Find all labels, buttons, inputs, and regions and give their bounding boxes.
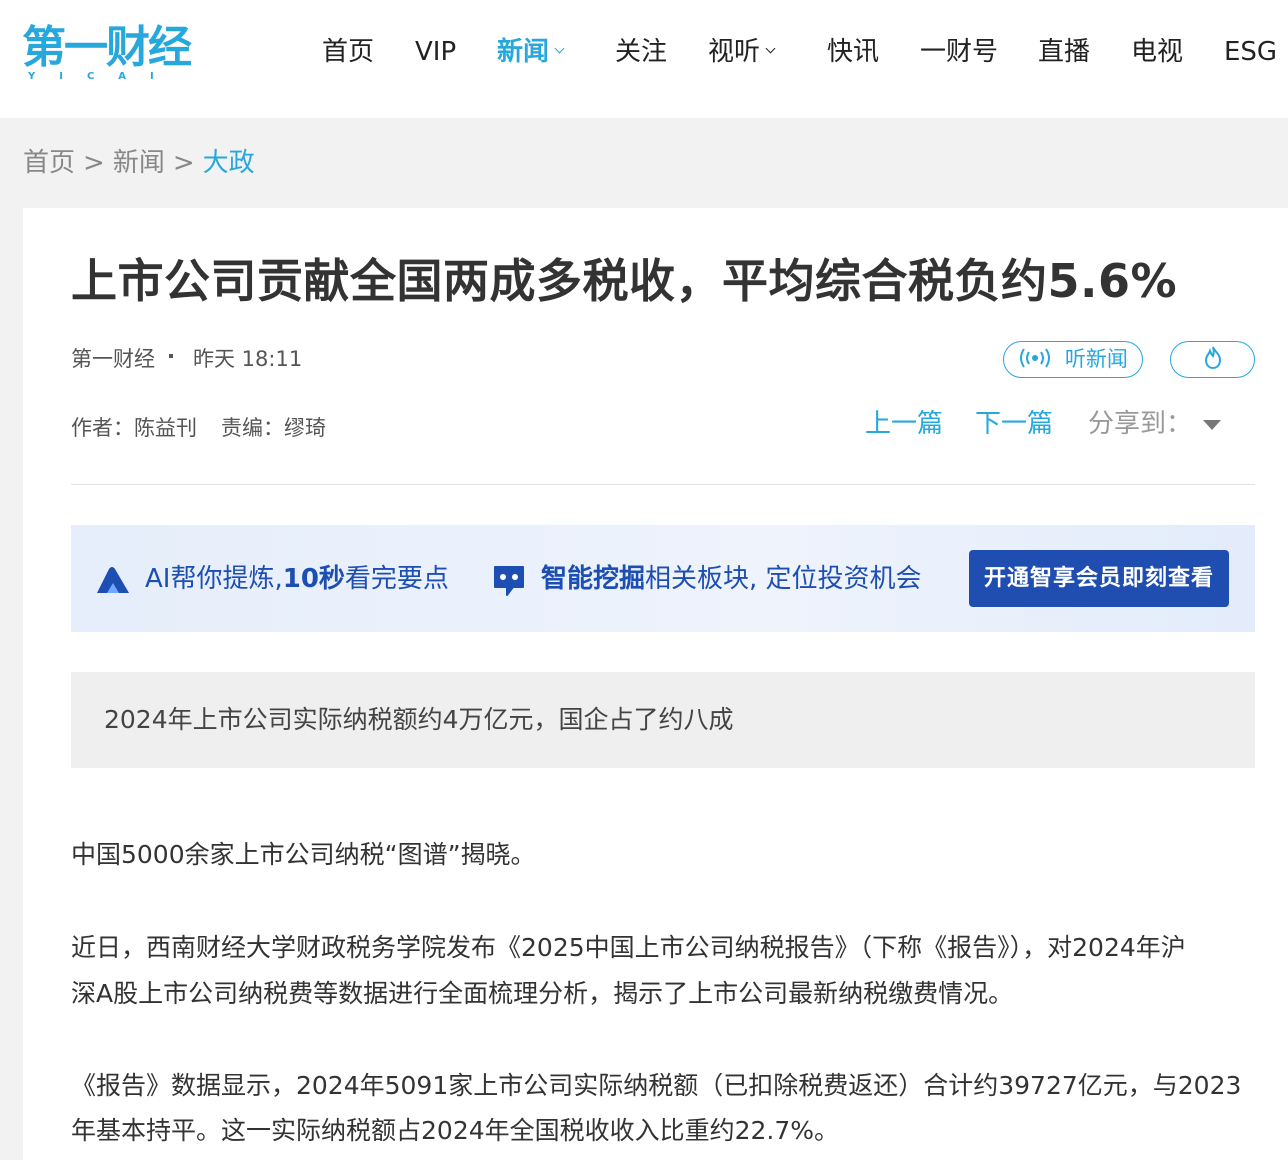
breadcrumb-separator: > — [172, 148, 195, 178]
logo-sub-text: YICAI — [28, 71, 178, 82]
ai-text-bold: 10秒 — [282, 564, 345, 594]
hot-button[interactable] — [1170, 341, 1255, 378]
ai-logo-icon — [97, 567, 129, 593]
nav-vip-label: VIP — [415, 37, 457, 67]
paragraph-2-line-2: 深A股上市公司纳税费等数据进行全面梳理分析，揭示了上市公司最新纳税缴费情况。 — [71, 979, 1014, 1008]
article-meta: 第一财经 昨天 18:11 — [71, 344, 302, 374]
breadcrumb: 首页 > 新闻 > 大政 — [23, 146, 255, 180]
article-title: 上市公司贡献全国两成多税收，平均综合税负约5.6% — [71, 254, 1178, 308]
article-summary: 2024年上市公司实际纳税额约4万亿元，国企占了约八成 — [104, 705, 734, 734]
nav-tv[interactable]: 电视 — [1131, 34, 1183, 70]
article-card: 上市公司贡献全国两成多税收，平均综合税负约5.6% 第一财经 昨天 18:11 听… — [23, 208, 1288, 1160]
nav-video[interactable]: 视听 — [708, 34, 776, 70]
nav-esg[interactable]: ESG — [1224, 34, 1277, 70]
nav-tv-label: 电视 — [1131, 37, 1184, 67]
ai-text-post: 看完要点 — [344, 564, 449, 594]
article-time: 昨天 18:11 — [193, 347, 303, 371]
ai-mining-text: 智能挖掘相关板块, 定位投资机会 — [541, 561, 922, 597]
breadcrumb-current[interactable]: 大政 — [203, 148, 255, 178]
meta-dot — [169, 354, 173, 358]
listen-news-label: 听新闻 — [1064, 347, 1128, 371]
editor-line: 责编：缪琦 — [221, 416, 326, 440]
paragraph-3-line-2: 年基本持平。这一实际纳税额占2024年全国税收收入比重约22.7%。 — [71, 1116, 840, 1145]
share-label: 分享到： — [1088, 409, 1193, 439]
nav-esg-label: ESG — [1224, 37, 1278, 67]
prev-article-link[interactable]: 上一篇 — [865, 406, 943, 442]
paragraph-3-line-1: 《报告》数据显示，2024年5091家上市公司实际纳税额（已扣除税费返还）合计约… — [71, 1071, 1242, 1100]
nav-home-label: 首页 — [322, 37, 375, 67]
nav-news[interactable]: 新闻 — [497, 34, 565, 70]
chevron-down-icon — [554, 43, 565, 54]
paragraph-2-line-1: 近日，西南财经大学财政税务学院发布《2025中国上市公司纳税报告》（下称《报告》… — [71, 933, 1186, 962]
listen-news-button[interactable]: 听新闻 — [1003, 341, 1143, 378]
share-dropdown-caret-icon[interactable] — [1203, 420, 1221, 430]
sound-wave-icon — [1020, 348, 1051, 368]
article-source[interactable]: 第一财经 — [71, 347, 155, 371]
open-membership-button[interactable]: 开通智享会员即刻查看 — [969, 550, 1229, 607]
logo-main-text: 第一财经 — [22, 22, 192, 73]
nav-flash-label: 快讯 — [827, 37, 880, 67]
ai-summary-text: AI帮你提炼,10秒看完要点 — [145, 561, 449, 597]
nav-video-label: 视听 — [708, 37, 761, 67]
nav-live[interactable]: 直播 — [1038, 34, 1090, 70]
next-article-link[interactable]: 下一篇 — [975, 406, 1053, 442]
nav-live-label: 直播 — [1038, 37, 1091, 67]
nav-yicaihao-label: 一财号 — [920, 37, 999, 67]
chat-bubble-icon — [494, 566, 524, 596]
chevron-down-icon — [765, 43, 776, 54]
ai-text-pre: AI帮你提炼, — [145, 564, 283, 594]
author-line: 作者：陈益刊 — [71, 416, 197, 440]
yicai-logo[interactable]: 第一财经 YICAI — [22, 22, 192, 82]
nav-follow[interactable]: 关注 — [615, 34, 667, 70]
nav-yicaihao[interactable]: 一财号 — [920, 34, 998, 70]
breadcrumb-separator: > — [83, 148, 105, 178]
article-authors: 作者：陈益刊 责编：缪琦 — [71, 413, 326, 443]
flame-icon — [1204, 346, 1221, 370]
ai-mining-post: 相关板块, 定位投资机会 — [645, 564, 922, 594]
ai-promo-banner[interactable]: AI帮你提炼,10秒看完要点 智能挖掘相关板块, 定位投资机会 开通智享会员即刻… — [71, 525, 1255, 632]
site-header: 第一财经 YICAI 首页 VIP 新闻 关注 视听 快讯 一财号 直播 电视 … — [0, 0, 1288, 118]
nav-home[interactable]: 首页 — [322, 34, 374, 70]
article-summary-box: 2024年上市公司实际纳税额约4万亿元，国企占了约八成 — [71, 672, 1255, 768]
nav-vip[interactable]: VIP — [415, 34, 456, 70]
paragraph-1: 中国5000余家上市公司纳税“图谱”揭晓。 — [71, 840, 536, 869]
divider — [71, 484, 1255, 485]
ai-mining-bold: 智能挖掘 — [541, 564, 646, 594]
nav-flash[interactable]: 快讯 — [827, 34, 879, 70]
nav-follow-label: 关注 — [615, 37, 668, 67]
nav-news-label: 新闻 — [497, 37, 550, 67]
breadcrumb-news[interactable]: 新闻 — [113, 148, 165, 178]
breadcrumb-home[interactable]: 首页 — [23, 148, 75, 178]
